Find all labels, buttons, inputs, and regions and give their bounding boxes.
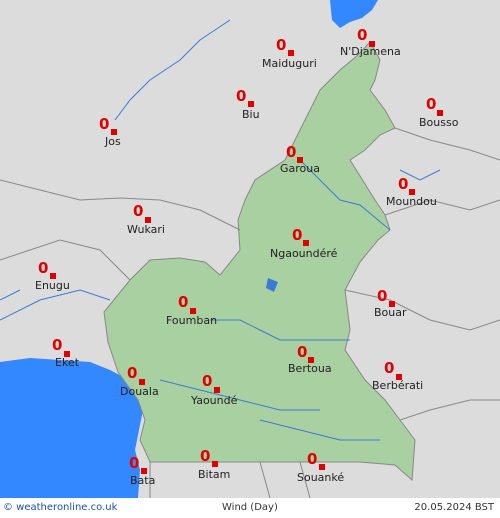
wind-value: 0 (384, 359, 395, 377)
map-background (0, 0, 500, 498)
wind-value: 0 (276, 36, 287, 54)
wind-value: 0 (133, 202, 144, 220)
city-label: Moundou (386, 195, 437, 208)
city-label: Yaoundé (191, 394, 238, 407)
wind-value: 0 (200, 447, 211, 465)
city-label: N'Djamena (340, 45, 401, 58)
wind-value: 0 (398, 175, 409, 193)
credit-link[interactable]: © weatheronline.co.uk (3, 502, 117, 513)
wind-value: 0 (52, 336, 63, 354)
weather-map: 0 N'Djamena 0 Maiduguri 0 Biu 0 Bousso 0… (0, 0, 500, 518)
wind-value: 0 (99, 115, 110, 133)
map-title: Wind (Day) (222, 502, 278, 513)
city-marker (248, 101, 254, 107)
wind-value: 0 (297, 343, 308, 361)
city-label: Maiduguri (262, 57, 317, 70)
city-marker (212, 461, 218, 467)
city-marker (288, 50, 294, 56)
city-label: Bitam (198, 468, 231, 481)
city-label: Bouar (374, 306, 407, 319)
city-label: Enugu (35, 279, 70, 292)
wind-value: 0 (286, 143, 297, 161)
footer-bar: © weatheronline.co.uk Wind (Day) 20.05.2… (0, 498, 500, 518)
wind-value: 0 (129, 454, 140, 472)
city-label: Eket (55, 356, 80, 369)
wind-value: 0 (377, 287, 388, 305)
city-marker (303, 240, 309, 246)
wind-value: 0 (307, 450, 318, 468)
wind-value: 0 (178, 293, 189, 311)
city-marker (319, 464, 325, 470)
city-label: Bata (130, 474, 156, 487)
city-label: Foumban (166, 314, 218, 327)
city-label: Souanké (297, 471, 345, 484)
wind-value: 0 (202, 372, 213, 390)
wind-value: 0 (236, 87, 247, 105)
city-label: Garoua (280, 162, 320, 175)
city-label: Berbérati (372, 379, 424, 392)
city-marker (214, 387, 220, 393)
wind-value: 0 (127, 364, 138, 382)
wind-value: 0 (292, 226, 303, 244)
city-label: Jos (105, 135, 121, 148)
city-label: Bertoua (288, 362, 332, 375)
city-label: Ngaoundéré (270, 247, 338, 260)
city-label: Bousso (419, 116, 459, 129)
wind-value: 0 (357, 26, 368, 44)
wind-value: 0 (38, 259, 49, 277)
lake-chad (330, 0, 378, 28)
city-label: Biu (242, 108, 260, 121)
city-label: Douala (120, 385, 159, 398)
city-label: Wukari (127, 223, 165, 236)
wind-value: 0 (426, 95, 437, 113)
map-date: 20.05.2024 BST (414, 502, 494, 513)
